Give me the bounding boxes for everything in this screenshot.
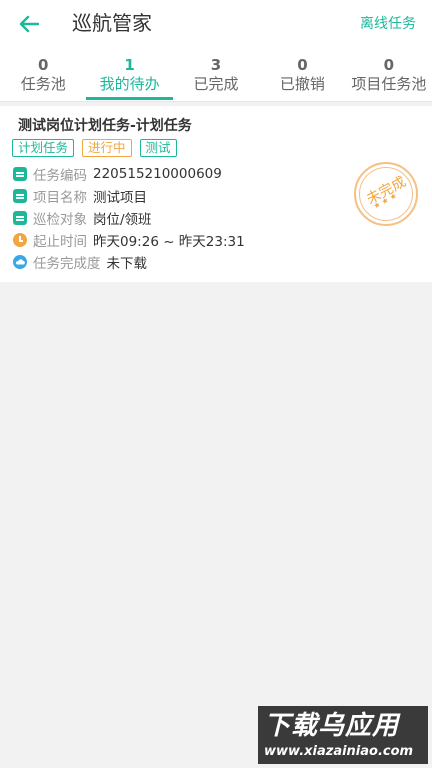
document-icon bbox=[13, 167, 27, 181]
field-key: 项目名称 bbox=[33, 190, 87, 206]
task-card[interactable]: 测试岗位计划任务-计划任务 计划任务 进行中 测试 任务编码 220515210… bbox=[0, 106, 432, 282]
tab-label: 项目任务池 bbox=[351, 75, 427, 93]
field-key: 巡检对象 bbox=[33, 212, 87, 228]
field-inspection-target: 巡检对象 岗位/领班 bbox=[13, 208, 152, 228]
document-icon bbox=[13, 211, 27, 225]
field-key: 起止时间 bbox=[33, 234, 87, 250]
watermark-url: www.xiazainiao.com bbox=[264, 744, 414, 759]
field-value: 昨天09:26 ~ 昨天23:31 bbox=[93, 234, 245, 250]
tag-type: 计划任务 bbox=[12, 139, 75, 157]
tag-category: 测试 bbox=[139, 139, 177, 157]
tab-task-pool[interactable]: 0 任务池 bbox=[0, 48, 86, 101]
back-button[interactable] bbox=[14, 10, 44, 38]
task-title: 测试岗位计划任务-计划任务 bbox=[18, 118, 192, 134]
field-project-name: 项目名称 测试项目 bbox=[13, 186, 147, 206]
document-icon bbox=[13, 189, 27, 203]
field-time-range: 起止时间 昨天09:26 ~ 昨天23:31 bbox=[13, 230, 245, 250]
tab-completed[interactable]: 3 已完成 bbox=[173, 48, 259, 101]
field-completion: 任务完成度 未下载 bbox=[13, 252, 147, 272]
tab-label: 已完成 bbox=[193, 75, 239, 93]
offline-tasks-link[interactable]: 离线任务 bbox=[360, 14, 416, 34]
task-tabs: 0 任务池 1 我的待办 3 已完成 0 已撤销 0 项目任务池 bbox=[0, 48, 432, 102]
field-value: 岗位/领班 bbox=[93, 212, 152, 228]
tab-label: 已撤销 bbox=[279, 75, 325, 93]
clock-icon bbox=[13, 233, 27, 247]
tab-count: 1 bbox=[124, 56, 135, 74]
tab-count: 0 bbox=[297, 56, 308, 74]
field-key: 任务完成度 bbox=[33, 256, 101, 272]
field-value: 220515210000609 bbox=[93, 166, 222, 182]
tab-cancelled[interactable]: 0 已撤销 bbox=[259, 48, 345, 101]
incomplete-stamp: 未完成 ★★★ bbox=[354, 162, 418, 226]
field-task-code: 任务编码 220515210000609 bbox=[13, 164, 222, 184]
app-header: 巡航管家 离线任务 bbox=[0, 0, 432, 48]
tab-label: 我的待办 bbox=[99, 75, 160, 93]
tab-project-task-pool[interactable]: 0 项目任务池 bbox=[346, 48, 432, 101]
active-tab-indicator bbox=[86, 97, 173, 100]
page-title: 巡航管家 bbox=[72, 11, 152, 35]
field-key: 任务编码 bbox=[33, 168, 87, 184]
tab-count: 3 bbox=[210, 56, 222, 74]
watermark-main-text: 下载乌应用 bbox=[264, 711, 400, 741]
cloud-icon bbox=[13, 255, 27, 269]
tab-count: 0 bbox=[383, 56, 395, 74]
watermark-logo: 下载乌应用 www.xiazainiao.com bbox=[258, 706, 428, 764]
arrow-left-icon bbox=[19, 15, 39, 33]
tab-my-todo[interactable]: 1 我的待办 bbox=[86, 48, 173, 101]
tab-count: 0 bbox=[37, 56, 49, 74]
field-value: 未下载 bbox=[106, 256, 148, 272]
tag-status: 进行中 bbox=[82, 139, 132, 157]
tab-label: 任务池 bbox=[20, 75, 66, 93]
task-tags: 计划任务 进行中 测试 bbox=[12, 139, 177, 157]
field-value: 测试项目 bbox=[93, 190, 147, 206]
